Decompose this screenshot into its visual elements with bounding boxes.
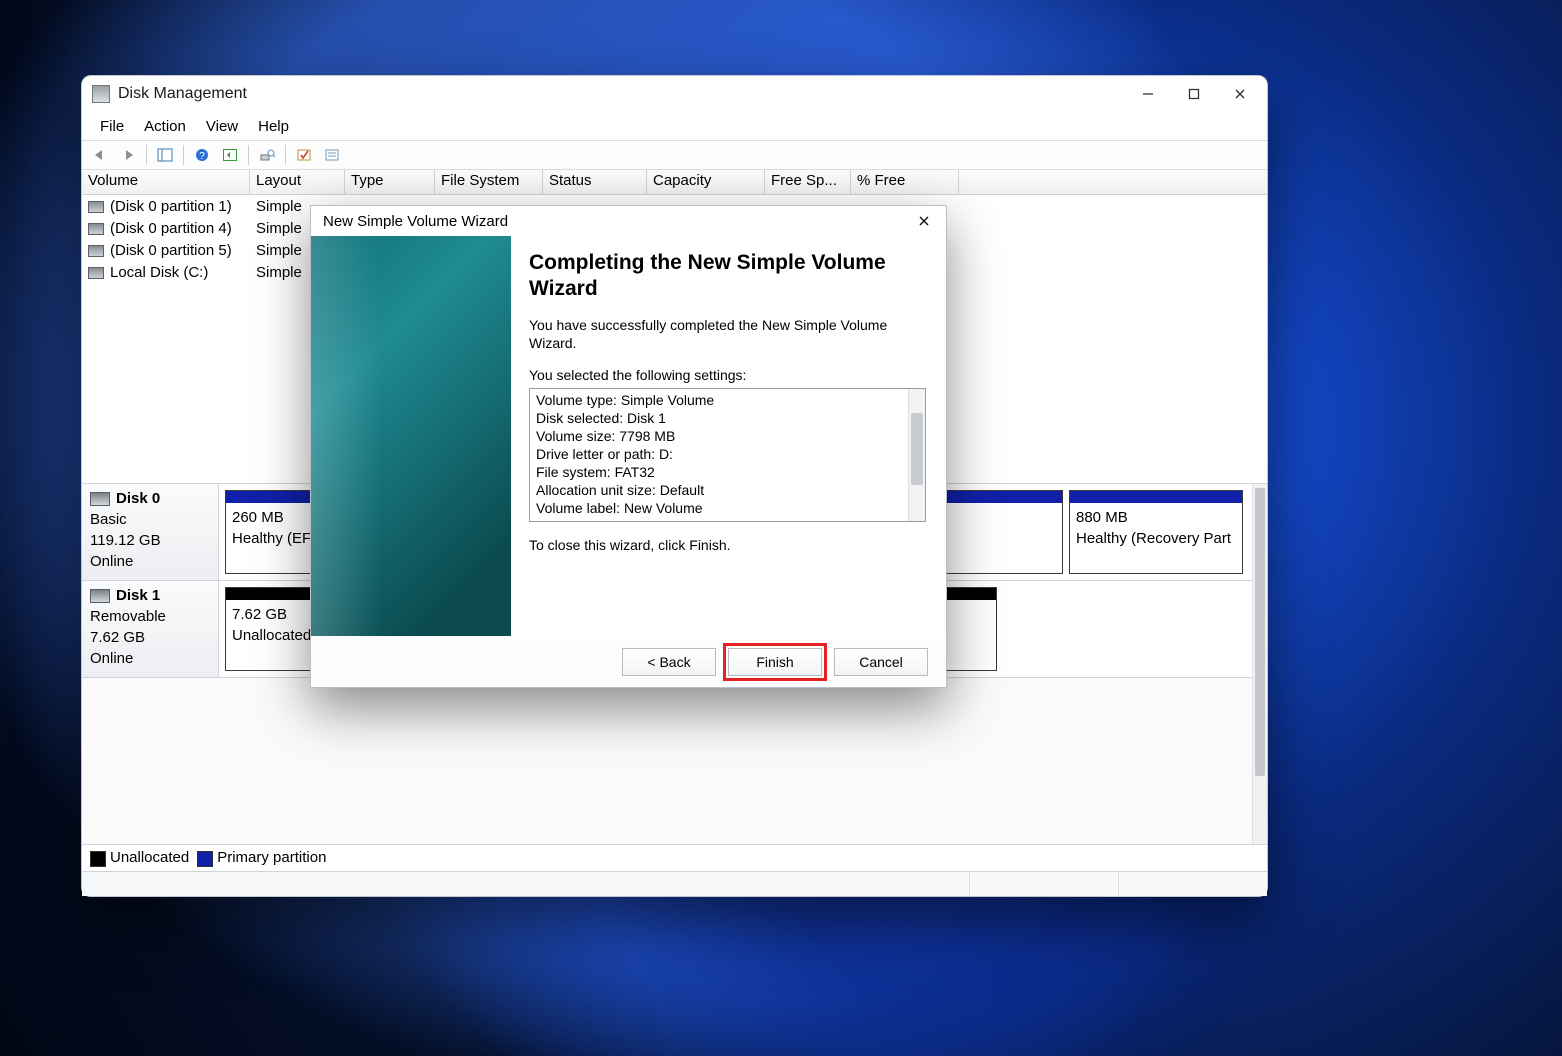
disk-management-icon	[92, 85, 110, 103]
col-freespace[interactable]: Free Sp...	[765, 170, 851, 194]
menu-action[interactable]: Action	[134, 116, 196, 137]
maximize-button[interactable]	[1171, 79, 1217, 109]
col-filesystem[interactable]: File System	[435, 170, 543, 194]
disk-name: Disk 1	[116, 587, 160, 604]
wizard-setting-line: Quick format: Yes	[536, 517, 919, 522]
menu-view[interactable]: View	[196, 116, 248, 137]
volume-icon	[88, 201, 104, 213]
partition-header	[1070, 491, 1242, 503]
minimize-button[interactable]	[1125, 79, 1171, 109]
col-status[interactable]: Status	[543, 170, 647, 194]
volume-name: (Disk 0 partition 1)	[110, 198, 232, 215]
disk-size: 7.62 GB	[90, 627, 210, 648]
disk-size: 119.12 GB	[90, 530, 210, 551]
wizard-heading: Completing the New Simple Volume Wizard	[529, 250, 926, 302]
legend-primary: Primary partition	[217, 849, 326, 866]
wizard-setting-line: Volume type: Simple Volume	[536, 391, 919, 409]
wizard-cancel-button[interactable]: Cancel	[834, 648, 928, 676]
menubar: File Action View Help	[82, 112, 1267, 141]
vertical-scrollbar[interactable]	[1252, 484, 1267, 844]
menu-help[interactable]: Help	[248, 116, 299, 137]
partition-body: 880 MBHealthy (Recovery Part	[1070, 503, 1242, 573]
show-hide-console-tree-icon[interactable]	[153, 143, 177, 167]
wizard-settings-label: You selected the following settings:	[529, 366, 926, 384]
wizard-setting-line: Drive letter or path: D:	[536, 445, 919, 463]
menu-file[interactable]: File	[90, 116, 134, 137]
scroll-thumb[interactable]	[1255, 488, 1265, 776]
col-pctfree[interactable]: % Free	[851, 170, 959, 194]
wizard-setting-line: Volume size: 7798 MB	[536, 427, 919, 445]
disk-info[interactable]: Disk 0 Basic119.12 GBOnline	[82, 484, 219, 580]
disk-icon	[90, 589, 110, 603]
back-icon[interactable]	[88, 143, 112, 167]
disk-type: Removable	[90, 606, 210, 627]
col-type[interactable]: Type	[345, 170, 435, 194]
wizard-success-text: You have successfully completed the New …	[529, 316, 926, 352]
settings-scroll-thumb[interactable]	[911, 413, 923, 485]
svg-text:?: ?	[199, 151, 205, 162]
legend: Unallocated Primary partition	[82, 844, 1267, 871]
titlebar[interactable]: Disk Management	[82, 76, 1267, 112]
toolbar: ?	[82, 141, 1267, 170]
wizard-setting-line: Volume label: New Volume	[536, 499, 919, 517]
disk-type: Basic	[90, 509, 210, 530]
wizard-button-row: < Back Finish Cancel	[311, 636, 946, 687]
disk-icon	[90, 492, 110, 506]
legend-unallocated: Unallocated	[110, 849, 189, 866]
forward-icon[interactable]	[116, 143, 140, 167]
window-title: Disk Management	[118, 85, 247, 103]
disk-status: Online	[90, 648, 210, 669]
wizard-titlebar[interactable]: New Simple Volume Wizard	[311, 206, 946, 236]
wizard-setting-line: Disk selected: Disk 1	[536, 409, 919, 427]
volume-icon	[88, 223, 104, 235]
wizard-finish-button[interactable]: Finish	[728, 648, 822, 676]
volume-list-header: Volume Layout Type File System Status Ca…	[82, 170, 1267, 195]
volume-icon	[88, 267, 104, 279]
status-bar	[82, 871, 1267, 896]
disk-status: Online	[90, 551, 210, 572]
col-volume[interactable]: Volume	[82, 170, 250, 194]
wizard-banner-image	[311, 236, 511, 636]
wizard-close-hint: To close this wizard, click Finish.	[529, 536, 926, 554]
wizard-title: New Simple Volume Wizard	[323, 213, 508, 230]
refresh-icon[interactable]	[218, 143, 242, 167]
rescan-disks-icon[interactable]	[255, 143, 279, 167]
action-icon[interactable]	[292, 143, 316, 167]
settings-scrollbar[interactable]	[908, 389, 925, 521]
new-simple-volume-wizard: New Simple Volume Wizard Completing the …	[310, 205, 947, 688]
wizard-setting-line: Allocation unit size: Default	[536, 481, 919, 499]
wizard-back-button[interactable]: < Back	[622, 648, 716, 676]
volume-name: (Disk 0 partition 4)	[110, 220, 232, 237]
volume-name: Local Disk (C:)	[110, 264, 208, 281]
wizard-settings-list[interactable]: Volume type: Simple VolumeDisk selected:…	[529, 388, 926, 522]
disk-name: Disk 0	[116, 490, 160, 507]
close-button[interactable]	[1217, 79, 1263, 109]
partition[interactable]: 880 MBHealthy (Recovery Part	[1069, 490, 1243, 574]
help-icon[interactable]: ?	[190, 143, 214, 167]
col-capacity[interactable]: Capacity	[647, 170, 765, 194]
desktop-wallpaper: Disk Management File Action View Help	[0, 0, 1562, 1056]
volume-name: (Disk 0 partition 5)	[110, 242, 232, 259]
wizard-close-button[interactable]	[908, 209, 940, 233]
wizard-setting-line: File system: FAT32	[536, 463, 919, 481]
col-layout[interactable]: Layout	[250, 170, 345, 194]
volume-icon	[88, 245, 104, 257]
properties-icon[interactable]	[320, 143, 344, 167]
disk-info[interactable]: Disk 1 Removable7.62 GBOnline	[82, 581, 219, 677]
